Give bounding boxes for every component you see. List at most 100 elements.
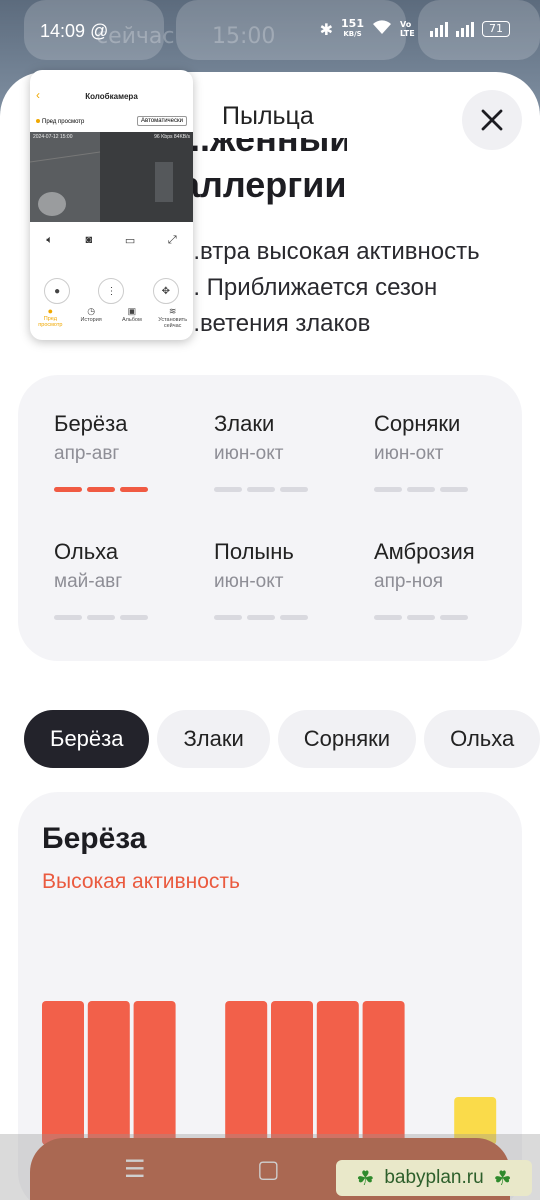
pip-actions: ● ⋮ ✥ (30, 278, 193, 304)
status-at-icon: @ (90, 21, 109, 41)
level-dash (54, 615, 82, 620)
pollen-item-ragweed[interactable]: Амброзия апр-ноя (374, 539, 524, 620)
pip-preview-row: Пред просмотр Автоматически (30, 116, 193, 130)
microphone-icon[interactable]: ● (44, 278, 71, 304)
level-dash (280, 615, 308, 620)
level-dash (440, 487, 468, 492)
chart-bar[interactable] (362, 1001, 405, 1145)
pollen-item-weeds[interactable]: Сорняки июн-окт (374, 411, 524, 492)
close-icon (481, 109, 503, 131)
pip-bitrate: 96 Kbps 84KB/s (154, 134, 190, 140)
sheet-title: Пыльца (222, 102, 314, 130)
chip-grass[interactable]: Злаки (157, 710, 270, 768)
pollen-item-period: апр-ноя (374, 571, 444, 592)
pip-tab-album[interactable]: ▣ Альбом (114, 306, 150, 329)
pip-camera-window[interactable]: ‹ Колобкамера Пред просмотр Автоматическ… (30, 70, 193, 340)
history-icon: ◷ (87, 306, 96, 316)
pollen-item-period: июн-окт (374, 443, 444, 464)
headline-line-1: ...женный риск (180, 138, 347, 159)
live-dot-icon (36, 119, 40, 123)
level-dash (120, 487, 148, 492)
volte-icon: Vo LTE (400, 20, 415, 38)
level-dash (54, 487, 82, 492)
headline-line-1-clipped: ...женный риск (180, 138, 347, 162)
camera-icon[interactable]: ◙ (86, 234, 93, 247)
network-speed-value: 151 (341, 17, 364, 30)
chart-bar[interactable] (42, 1001, 84, 1145)
pollen-level-indicator (214, 487, 364, 492)
pollen-item-name: Ольха (54, 539, 119, 564)
pollen-level-indicator (374, 487, 524, 492)
signal-icon (430, 21, 448, 37)
pip-tab-history[interactable]: ◷ История (73, 306, 109, 329)
chart-bar[interactable] (316, 1001, 359, 1145)
pip-quality-select[interactable]: Автоматически (137, 116, 187, 126)
pip-timestamp: 2024-07-12 15:00 (33, 134, 73, 140)
pollen-item-name: Злаки (214, 411, 275, 436)
pollen-item-period: май-авг (54, 571, 123, 592)
chip-birch[interactable]: Берёза (24, 710, 150, 768)
signal-icon-2 (456, 21, 474, 37)
chart-bar[interactable] (225, 1001, 268, 1145)
level-dash (374, 487, 402, 492)
layers-icon: ≋ (168, 306, 177, 316)
chart-bar[interactable] (87, 1001, 130, 1145)
status-time-value: 14:09 (40, 21, 86, 41)
pollen-level-indicator (214, 615, 364, 620)
battery-icon: 71 (482, 21, 510, 37)
pollen-item-name: Полынь (214, 539, 294, 564)
pip-preview-label: Пред просмотр (36, 119, 84, 125)
pollen-item-grass[interactable]: Злаки июн-окт (214, 411, 364, 492)
level-dash (440, 615, 468, 620)
clover-icon: ☘ (493, 1167, 512, 1190)
pip-tab-install[interactable]: ≋ Установить сейчас (155, 306, 191, 329)
pip-video-feed[interactable]: 2024-07-12 15:00 96 Kbps 84KB/s (30, 132, 193, 222)
watermark-text: babyplan.ru (384, 1167, 484, 1188)
bluetooth-icon: ✱ (319, 19, 334, 39)
chip-alder[interactable]: Ольха (424, 710, 540, 768)
pollen-level-indicator (374, 615, 524, 620)
close-button[interactable] (462, 90, 522, 150)
network-speed: 151 KB/S (341, 18, 364, 40)
chart-bar[interactable] (271, 1001, 313, 1145)
status-bar: 14:09 @ ✱ 151 KB/S Vo LTE 71 (0, 0, 540, 62)
pollen-item-period: июн-окт (214, 571, 284, 592)
clover-icon: ☘ (356, 1167, 375, 1190)
pollen-item-period: июн-окт (214, 443, 284, 464)
pip-header: ‹ Колобкамера (30, 70, 193, 116)
camera-image (30, 132, 193, 222)
pip-tab-label: История (80, 317, 102, 323)
level-dash (214, 615, 242, 620)
pip-tab-preview[interactable]: ● Пред просмотр (32, 306, 68, 329)
pollen-level-indicator (54, 487, 204, 492)
pollen-item-name: Сорняки (374, 411, 461, 436)
pollen-level-indicator (54, 615, 204, 620)
description-line-3: ...ветения злаков (180, 310, 371, 337)
pip-tab-label: Пред просмотр (38, 316, 63, 328)
level-dash (407, 487, 435, 492)
recent-apps-icon[interactable]: ☰ (124, 1155, 146, 1183)
record-icon[interactable]: ▭ (125, 234, 135, 247)
pollen-item-alder[interactable]: Ольха май-авг (54, 539, 204, 620)
pollen-item-birch[interactable]: Берёза апр-авг (54, 411, 204, 492)
pollen-item-wormwood[interactable]: Полынь июн-окт (214, 539, 364, 620)
pip-controls: 🔈︎ ◙ ▭ ⤢ (30, 234, 193, 247)
watermark: ☘ babyplan.ru ☘ (336, 1160, 532, 1196)
pip-tab-label: Установить сейчас (158, 317, 188, 329)
pollen-item-name: Амброзия (374, 539, 475, 564)
fullscreen-icon[interactable]: ⤢ (168, 234, 177, 247)
network-speed-unit: KB/S (343, 30, 362, 38)
status-time: 14:09 @ (40, 21, 108, 42)
description-line-1: ...втра высокая активность (180, 238, 480, 265)
volume-icon[interactable]: 🔈︎ (46, 234, 53, 247)
pip-preview-text: Пред просмотр (42, 119, 85, 125)
audio-icon[interactable]: ⋮ (98, 278, 125, 304)
home-icon[interactable]: ▢ (257, 1155, 280, 1183)
level-dash (280, 487, 308, 492)
chip-weeds[interactable]: Сорняки (277, 710, 417, 768)
level-dash (374, 615, 402, 620)
ptz-icon[interactable]: ✥ (152, 278, 179, 304)
level-dash (87, 615, 115, 620)
wifi-icon (372, 19, 392, 39)
chart-bar[interactable] (133, 1001, 176, 1145)
